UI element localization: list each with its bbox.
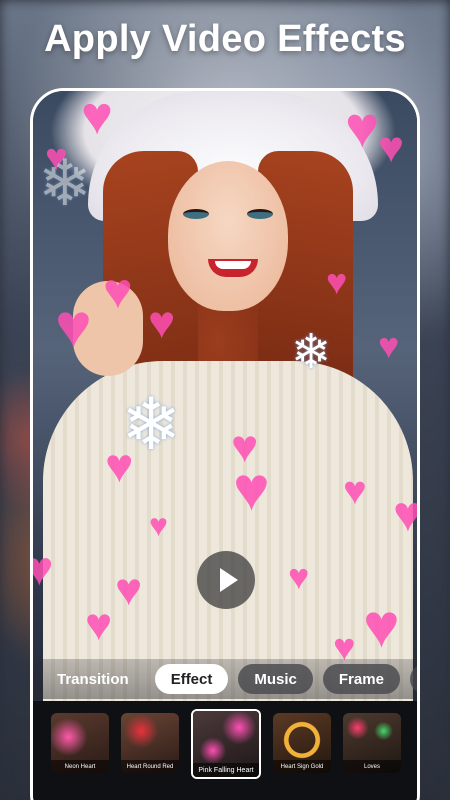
heart-icon: ♥	[393, 486, 420, 542]
phone-frame: ♥ ♥ ♥ ♥ ♥ ♥ ♥ ♥ ♥ ♥ ♥ ♥ ♥ ♥ ♥ ♥ ♥ ♥ ♥ ♥ …	[30, 88, 420, 800]
effect-thumb-neon-heart[interactable]: Neon Heart	[51, 713, 109, 773]
effect-label: Pink Falling Heart	[193, 763, 259, 777]
heart-icon: ♥	[378, 123, 405, 172]
tab-effect[interactable]: Effect	[154, 664, 229, 694]
tab-frame[interactable]: Frame	[322, 664, 400, 694]
effect-thumb-loves[interactable]: Loves	[343, 713, 401, 773]
play-icon	[219, 568, 238, 592]
heart-icon: ♥	[326, 261, 348, 302]
tab-music[interactable]: Music	[238, 664, 313, 694]
snowflake-icon: ❄	[38, 147, 92, 219]
heart-icon: ♥	[288, 556, 310, 597]
play-button[interactable]	[197, 551, 255, 609]
heart-icon: ♥	[148, 296, 176, 348]
heart-icon: ♥	[149, 507, 168, 543]
eye-left	[183, 209, 209, 219]
effect-label: Heart Sign Gold	[273, 760, 331, 773]
heart-icon: ♥	[363, 592, 400, 661]
effect-label: Loves	[343, 760, 401, 773]
snowflake-icon: ❄	[291, 326, 332, 379]
snowflake-icon: ❄	[121, 385, 182, 465]
effect-thumb-heart-round-red[interactable]: Heart Round Red	[121, 713, 179, 773]
eye-right	[247, 209, 273, 219]
face	[168, 161, 288, 311]
effect-thumb-heart-sign-gold[interactable]: Heart Sign Gold	[273, 713, 331, 773]
effect-thumbnails: Neon Heart Heart Round Red Pink Falling …	[33, 701, 417, 800]
effect-label: Neon Heart	[51, 760, 109, 773]
effect-label: Heart Round Red	[121, 760, 179, 773]
heart-icon: ♥	[345, 95, 380, 160]
tab-transition[interactable]: Transition	[43, 664, 145, 694]
heart-icon: ♥	[33, 546, 54, 594]
video-preview[interactable]: ♥ ♥ ♥ ♥ ♥ ♥ ♥ ♥ ♥ ♥ ♥ ♥ ♥ ♥ ♥ ♥ ♥ ♥ ♥ ♥ …	[33, 91, 417, 800]
headline: Apply Video Effects	[44, 18, 406, 60]
heart-icon: ♥	[343, 469, 367, 513]
heart-icon: ♥	[85, 598, 113, 650]
heart-icon: ♥	[233, 455, 270, 524]
tab-more[interactable]: P	[409, 664, 417, 694]
heart-icon: ♥	[115, 563, 143, 615]
heart-icon: ♥	[81, 88, 114, 146]
heart-icon: ♥	[103, 263, 133, 319]
heart-icon: ♥	[378, 325, 400, 366]
heart-icon: ♥	[55, 292, 92, 361]
effect-thumb-pink-falling-heart[interactable]: Pink Falling Heart	[191, 709, 261, 779]
editor-tabs: Transition Effect Music Frame P	[33, 659, 417, 699]
